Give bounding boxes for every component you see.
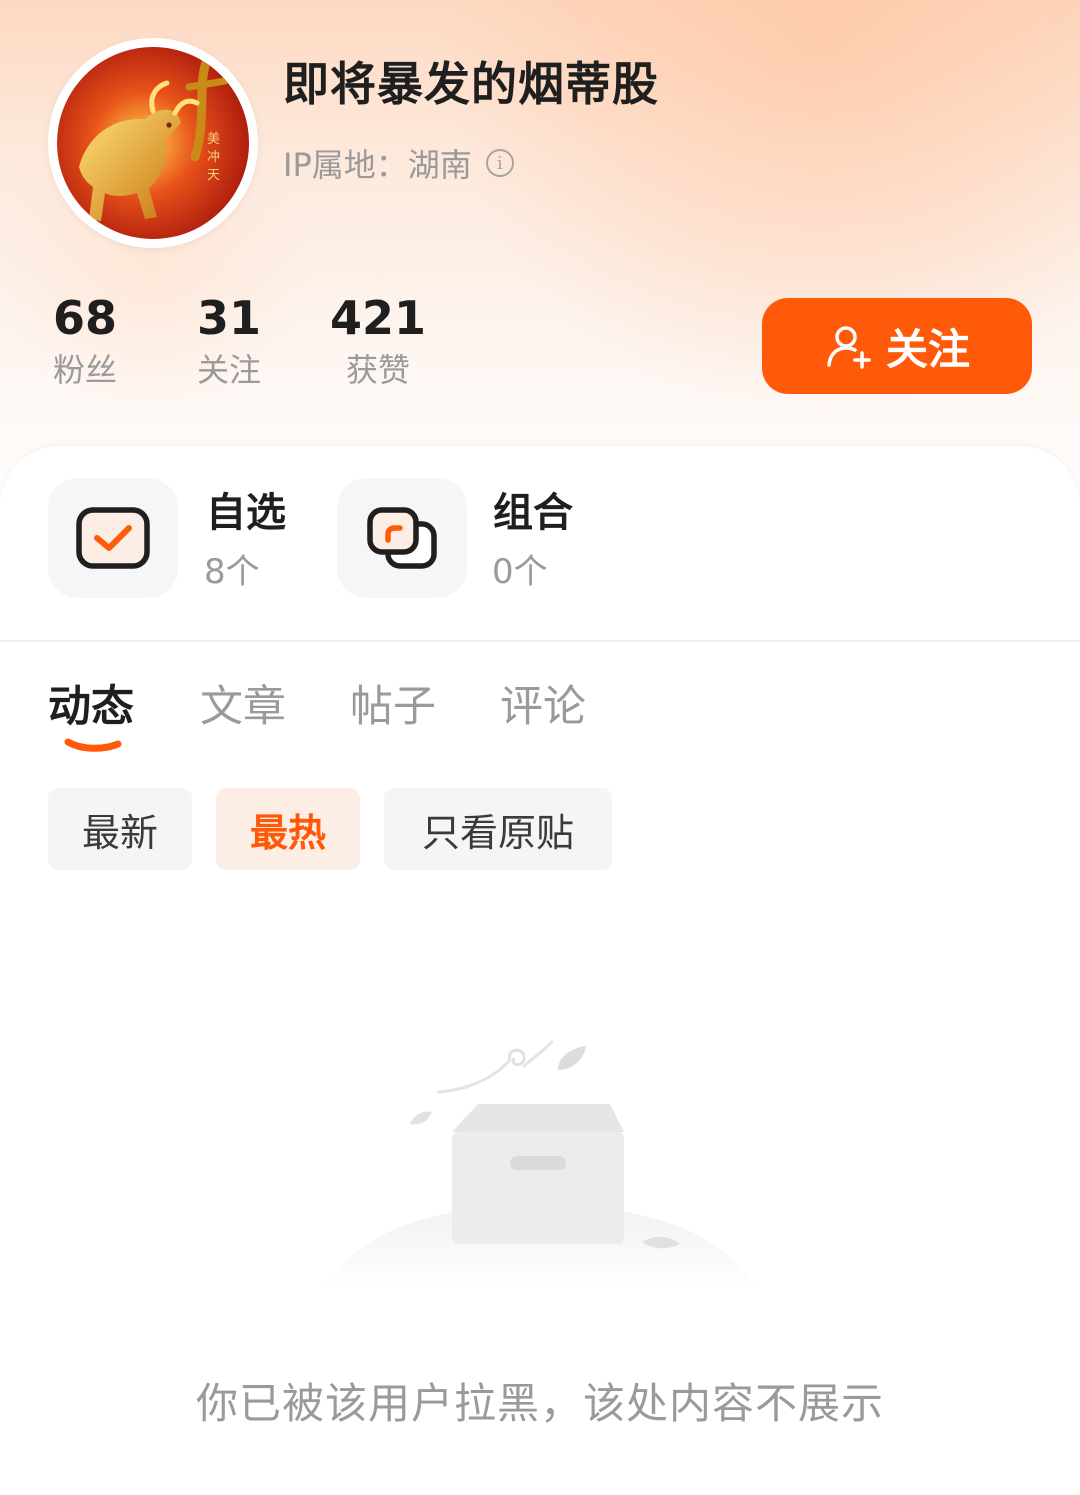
stat-fans-value: 68 <box>52 291 117 345</box>
watchlist-card-icon-box[interactable] <box>48 478 178 598</box>
tab-dynamics[interactable]: 动态 <box>48 672 134 734</box>
follow-button[interactable]: 关注 <box>762 298 1032 394</box>
follow-button-label: 关注 <box>885 324 970 374</box>
stat-following[interactable]: 31 关注 <box>188 290 270 392</box>
svg-text:美: 美 <box>207 132 220 147</box>
stat-fans-label: 粉丝 <box>52 351 117 389</box>
tab-articles[interactable]: 文章 <box>200 672 286 734</box>
empty-state-message: 你已被该用户拉黑，该处内容不展示 <box>195 1379 884 1428</box>
stat-likes-label: 获赞 <box>345 351 410 389</box>
svg-text:天: 天 <box>207 168 220 183</box>
portfolio-title[interactable]: 组合 <box>493 480 573 538</box>
tab-posts[interactable]: 帖子 <box>350 672 436 734</box>
portfolio-icon <box>367 507 437 569</box>
section-divider <box>0 640 1080 642</box>
username: 即将暴发的烟蒂股 <box>283 57 659 111</box>
add-user-icon <box>827 326 871 369</box>
stat-likes[interactable]: 421 获赞 <box>330 290 426 392</box>
portfolio-count: 0个 <box>492 552 548 592</box>
watchlist-count: 8个 <box>204 552 260 592</box>
empty-box-illustration <box>320 1040 760 1290</box>
filter-latest[interactable]: 最新 <box>48 788 192 870</box>
avatar[interactable]: 美 冲 天 <box>48 38 258 248</box>
filter-original-only[interactable]: 只看原贴 <box>384 788 612 870</box>
stat-following-label: 关注 <box>196 351 261 389</box>
stat-likes-value: 421 <box>330 291 427 345</box>
filter-hottest[interactable]: 最热 <box>216 788 360 870</box>
golden-bull-avatar-icon: 美 冲 天 <box>57 47 249 239</box>
watchlist-title[interactable]: 自选 <box>206 480 286 538</box>
tab-comments[interactable]: 评论 <box>500 672 586 734</box>
svg-text:冲: 冲 <box>207 150 220 165</box>
ip-location: IP属地：湖南 i <box>283 140 514 186</box>
portfolio-card-icon-box[interactable] <box>337 478 467 598</box>
active-tab-indicator <box>64 738 122 752</box>
ip-location-label: IP属地：湖南 <box>283 146 472 184</box>
stat-fans[interactable]: 68 粉丝 <box>44 290 126 392</box>
info-icon[interactable]: i <box>485 149 514 177</box>
watchlist-check-icon <box>76 507 150 569</box>
stat-following-value: 31 <box>196 291 261 345</box>
content-panel <box>0 446 1080 1495</box>
